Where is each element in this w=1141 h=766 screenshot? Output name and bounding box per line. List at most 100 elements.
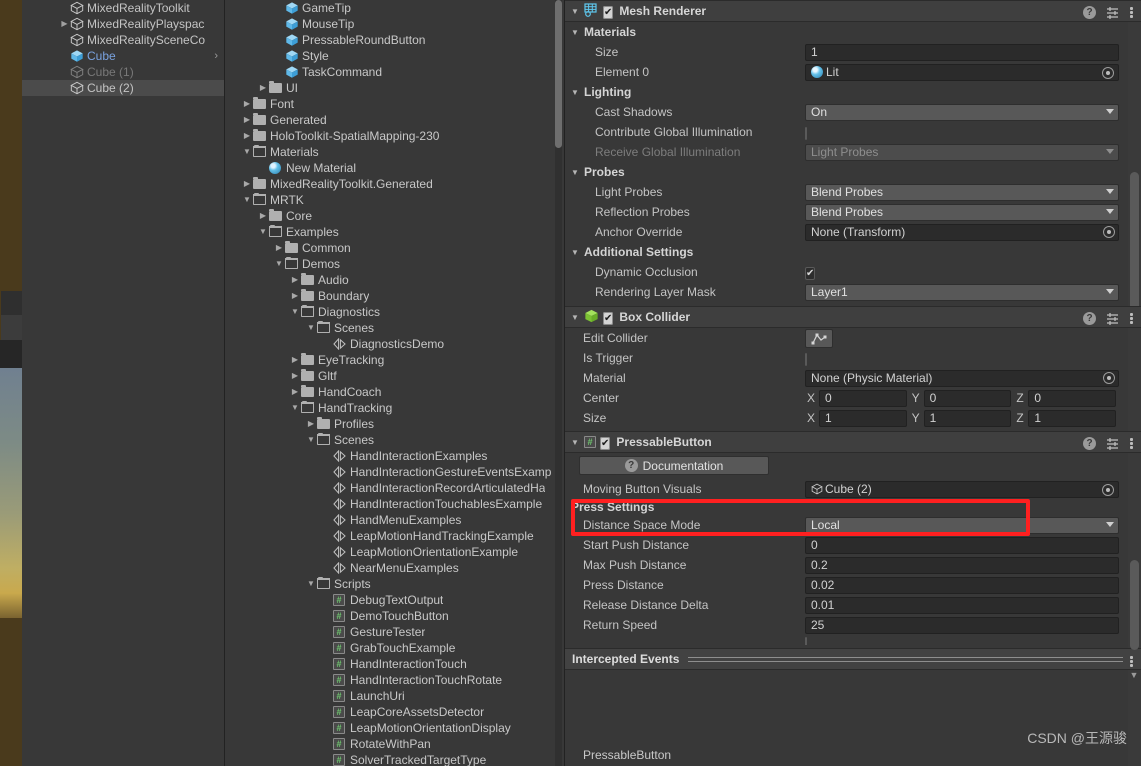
project-item[interactable]: ▶#DebugTextOutput (225, 592, 564, 608)
light-probes-dropdown[interactable]: Blend Probes (805, 183, 1119, 201)
help-icon[interactable]: ? (1083, 5, 1096, 19)
preset-icon[interactable] (1106, 437, 1120, 450)
rendering-layer-mask-dropdown[interactable]: Layer1 (805, 283, 1119, 301)
chevron-down-icon[interactable]: ▼ (305, 432, 317, 448)
hierarchy-item-cube-1[interactable]: ▶Cube (1) (22, 64, 224, 80)
chevron-down-icon[interactable]: ▼ (571, 313, 584, 322)
size-z-input[interactable]: 1 (1028, 409, 1117, 427)
project-item[interactable]: ▶HandMenuExamples (225, 512, 564, 528)
probes-foldout[interactable]: ▼ Probes (565, 162, 1141, 182)
release-distance-delta-input[interactable]: 0.01 (805, 596, 1119, 614)
press-distance-input[interactable]: 0.02 (805, 576, 1119, 594)
project-item[interactable]: ▶HandInteractionRecordArticulatedHa (225, 480, 564, 496)
project-item[interactable]: ▼ Diagnostics (225, 304, 564, 320)
chevron-down-icon[interactable]: ▼ (571, 7, 584, 16)
cast-shadows-dropdown[interactable]: On (805, 103, 1119, 121)
project-item[interactable]: ▼ Scenes (225, 432, 564, 448)
hierarchy-panel[interactable]: ▶MixedRealityToolkit▶ MixedRealityPlayspa… (22, 0, 225, 766)
kebab-menu-icon[interactable] (1130, 6, 1134, 19)
project-item[interactable]: ▶ Core (225, 208, 564, 224)
preset-icon[interactable] (1106, 6, 1120, 19)
project-item[interactable]: ▶Style (225, 48, 564, 64)
scene-view-sliver[interactable] (0, 0, 22, 766)
kebab-menu-icon[interactable] (1130, 655, 1134, 668)
project-item[interactable]: ▼ HandTracking (225, 400, 564, 416)
project-item[interactable]: ▼ MRTK (225, 192, 564, 208)
chevron-right-icon[interactable]: ▶ (273, 240, 285, 256)
chevron-right-icon[interactable]: ▶ (257, 80, 269, 96)
project-item[interactable]: ▶ Common (225, 240, 564, 256)
chevron-down-icon[interactable]: ▼ (241, 192, 253, 208)
moving-button-visuals-objectfield[interactable]: Cube (2) (805, 480, 1119, 498)
project-item[interactable]: ▼ Scripts (225, 576, 564, 592)
component-header-mesh-renderer[interactable]: ▼ ✔ Mesh Renderer ? (565, 0, 1141, 22)
chevron-down-icon[interactable]: ▼ (571, 88, 584, 97)
help-icon[interactable]: ? (1083, 311, 1096, 325)
component-header-box-collider[interactable]: ▼ ✔ Box Collider ? (565, 306, 1141, 328)
chevron-right-icon[interactable]: ▶ (241, 176, 253, 192)
size-y-input[interactable]: 1 (923, 409, 1012, 427)
project-item[interactable]: ▶ EyeTracking (225, 352, 564, 368)
chevron-right-icon[interactable]: ▶ (289, 288, 301, 304)
is-trigger-checkbox[interactable] (805, 351, 807, 366)
chevron-right-icon[interactable]: ▶ (289, 272, 301, 288)
object-picker-icon[interactable] (1103, 225, 1115, 238)
project-item[interactable]: ▶LeapMotionHandTrackingExample (225, 528, 564, 544)
kebab-menu-icon[interactable] (1130, 437, 1134, 450)
project-item[interactable]: ▼ Materials (225, 144, 564, 160)
project-item[interactable]: ▶New Material (225, 160, 564, 176)
project-item[interactable]: ▶#HandInteractionTouch (225, 656, 564, 672)
inspector-panel[interactable]: ▼ ✔ Mesh Renderer ? ▼ Materials Size 1 E… (565, 0, 1141, 766)
project-item[interactable]: ▶ Audio (225, 272, 564, 288)
documentation-button[interactable]: ? Documentation (579, 456, 769, 475)
chevron-down-icon[interactable]: ▼ (571, 168, 584, 177)
scene-overflow-button[interactable] (1, 291, 22, 600)
scene-gizmo-button[interactable] (1, 315, 22, 647)
start-push-distance-input[interactable]: 0 (805, 536, 1119, 554)
chevron-right-icon[interactable]: ▶ (305, 416, 317, 432)
project-item[interactable]: ▶PressableRoundButton (225, 32, 564, 48)
hierarchy-item-mixedrealitysceneco[interactable]: ▶MixedRealitySceneCo (22, 32, 224, 48)
preset-icon[interactable] (1106, 312, 1120, 325)
project-item[interactable]: ▶#GrabTouchExample (225, 640, 564, 656)
chevron-down-icon[interactable]: ▼ (571, 438, 584, 447)
object-picker-icon[interactable] (1103, 371, 1115, 384)
project-item[interactable]: ▼ Scenes (225, 320, 564, 336)
chevron-right-icon[interactable]: ▶ (241, 128, 253, 144)
hierarchy-item-cube-2[interactable]: ▶Cube (2) (22, 80, 224, 96)
project-item[interactable]: ▶DiagnosticsDemo (225, 336, 564, 352)
element-0-objectfield[interactable]: Lit (805, 63, 1119, 81)
chevron-right-icon[interactable]: ▶ (289, 384, 301, 400)
center-y-input[interactable]: 0 (923, 389, 1012, 407)
project-item[interactable]: ▶HandInteractionTouchablesExample (225, 496, 564, 512)
project-item[interactable]: ▶ UI (225, 80, 564, 96)
inspector-scrollbar-thumb-lower[interactable] (1130, 560, 1139, 650)
project-item[interactable]: ▶#DemoTouchButton (225, 608, 564, 624)
project-scrollbar-thumb[interactable] (555, 0, 562, 148)
project-item[interactable]: ▶ MixedRealityToolkit.Generated (225, 176, 564, 192)
chevron-down-icon[interactable]: ▼ (571, 28, 584, 37)
project-item[interactable]: ▶#GestureTester (225, 624, 564, 640)
hierarchy-item-mixedrealityplayspac[interactable]: ▶ MixedRealityPlayspac (22, 16, 224, 32)
project-item[interactable]: ▶#RotateWithPan (225, 736, 564, 752)
kebab-menu-icon[interactable] (1130, 312, 1134, 325)
hierarchy-item-cube[interactable]: ▶Cube› (22, 48, 224, 64)
anchor-override-objectfield[interactable]: None (Transform) (805, 223, 1119, 241)
project-item[interactable]: ▶HandInteractionExamples (225, 448, 564, 464)
intercepted-events-header[interactable]: Intercepted Events (565, 648, 1141, 670)
project-item[interactable]: ▶ Profiles (225, 416, 564, 432)
project-item[interactable]: ▶#HandInteractionTouchRotate (225, 672, 564, 688)
chevron-down-icon[interactable]: ▼ (289, 400, 301, 416)
chevron-down-icon[interactable]: ▼ (305, 576, 317, 592)
pressable-button-enabled-checkbox[interactable]: ✔ (600, 435, 611, 450)
reflection-probes-dropdown[interactable]: Blend Probes (805, 203, 1119, 221)
center-z-input[interactable]: 0 (1028, 389, 1117, 407)
prefab-open-chevron-icon[interactable]: › (214, 48, 218, 64)
chevron-right-icon[interactable]: ▶ (241, 112, 253, 128)
press-settings-foldout[interactable]: Press Settings (565, 499, 1141, 515)
project-item[interactable]: ▶#LeapCoreAssetsDetector (225, 704, 564, 720)
project-item[interactable]: ▼ Examples (225, 224, 564, 240)
center-x-input[interactable]: 0 (819, 389, 907, 407)
project-item[interactable]: ▶MouseTip (225, 16, 564, 32)
chevron-right-icon[interactable]: ▶ (241, 96, 253, 112)
